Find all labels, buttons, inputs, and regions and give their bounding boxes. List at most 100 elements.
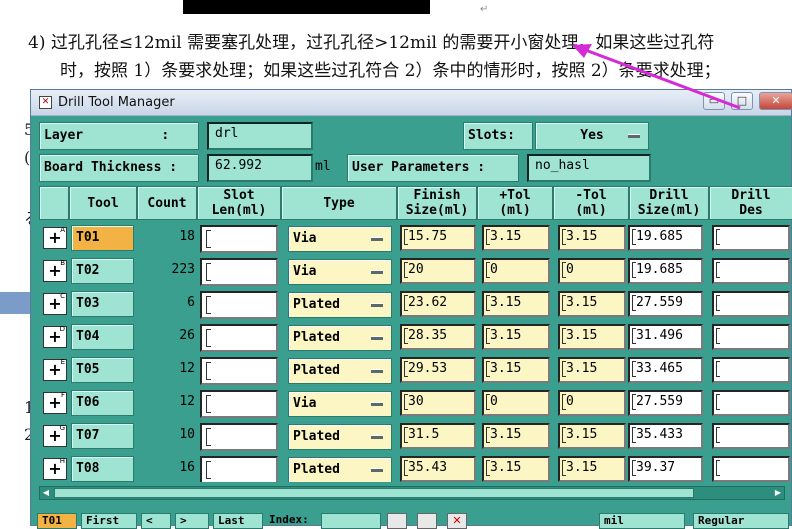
scroll-left-icon[interactable]: ◀: [41, 488, 51, 498]
drill-des-field[interactable]: [712, 357, 790, 383]
type-dropdown[interactable]: Plated: [288, 292, 392, 318]
expand-icon[interactable]: + B: [43, 259, 67, 282]
open-icon[interactable]: [417, 513, 437, 529]
finish-size-field[interactable]: 28.35: [400, 324, 476, 350]
slot-len-field[interactable]: [200, 225, 278, 253]
minus-tol-field[interactable]: 3.15: [558, 456, 626, 482]
first-button[interactable]: First: [81, 513, 137, 529]
drill-des-field[interactable]: [712, 291, 790, 317]
type-dropdown[interactable]: Via: [288, 259, 392, 285]
type-dropdown[interactable]: Plated: [288, 358, 392, 384]
drill-size-field[interactable]: 39.37: [628, 456, 703, 482]
drill-size-field[interactable]: 27.559: [628, 291, 703, 317]
expand-icon[interactable]: + A: [43, 226, 67, 249]
window-titlebar[interactable]: ✕ Drill Tool Manager ▭ □ ✕: [31, 90, 792, 116]
plus-tol-field[interactable]: 3.15: [482, 291, 550, 317]
drill-des-field[interactable]: [712, 456, 790, 482]
finish-size-field[interactable]: 23.62: [400, 291, 476, 317]
minus-tol-field[interactable]: 3.15: [558, 357, 626, 383]
last-button[interactable]: Last: [213, 513, 263, 529]
index-field[interactable]: [321, 513, 381, 529]
app-icon: ✕: [39, 96, 52, 109]
minus-tol-field[interactable]: 3.15: [558, 423, 626, 449]
plus-tol-field[interactable]: 3.15: [482, 456, 550, 482]
drill-size-field[interactable]: 19.685: [628, 225, 703, 251]
mode-dropdown[interactable]: Regular: [693, 513, 789, 529]
tool-button[interactable]: T03: [71, 291, 134, 317]
expand-icon[interactable]: + H: [43, 457, 67, 480]
minus-tol-field[interactable]: 3.15: [558, 225, 626, 251]
finish-size-field[interactable]: 20: [400, 258, 476, 284]
finish-size-field[interactable]: 30: [400, 390, 476, 416]
slots-dropdown[interactable]: Yes: [535, 122, 649, 150]
drill-size-field[interactable]: 19.685: [628, 258, 703, 284]
drill-des-field[interactable]: [712, 423, 790, 449]
minus-tol-field[interactable]: 0: [558, 258, 626, 284]
drill-des-field[interactable]: [712, 390, 790, 416]
slot-len-field[interactable]: [200, 291, 278, 319]
tool-button[interactable]: T02: [71, 258, 134, 284]
drill-size-field[interactable]: 35.433: [628, 423, 703, 449]
plus-tol-field[interactable]: 3.15: [482, 423, 550, 449]
slot-len-field[interactable]: [200, 423, 278, 451]
plus-tol-field[interactable]: 0: [482, 258, 550, 284]
tool-button[interactable]: T05: [71, 357, 134, 383]
tool-button[interactable]: T07: [71, 423, 134, 449]
slot-len-field[interactable]: [200, 258, 278, 286]
units-dropdown[interactable]: mil: [599, 513, 685, 529]
type-dropdown[interactable]: Via: [288, 391, 392, 417]
layer-field[interactable]: drl: [207, 122, 313, 150]
finish-size-field[interactable]: 15.75: [400, 225, 476, 251]
horizontal-scrollbar[interactable]: ◀ ▶: [39, 486, 785, 500]
expand-icon[interactable]: + C: [43, 292, 67, 315]
drill-size-field[interactable]: 31.496: [628, 324, 703, 350]
slot-len-field[interactable]: [200, 456, 278, 482]
scrollbar-thumb[interactable]: [54, 488, 694, 498]
minus-tol-field[interactable]: 0: [558, 390, 626, 416]
count-value: 6: [187, 295, 195, 310]
type-dropdown[interactable]: Plated: [288, 325, 392, 351]
minus-tol-field[interactable]: 3.15: [558, 324, 626, 350]
close-button[interactable]: ✕: [759, 92, 792, 110]
plus-tol-field[interactable]: 3.15: [482, 324, 550, 350]
tool-button[interactable]: T04: [71, 324, 134, 350]
plus-tol-field[interactable]: 0: [482, 390, 550, 416]
expand-icon[interactable]: + F: [43, 391, 67, 414]
finish-size-field[interactable]: 29.53: [400, 357, 476, 383]
user-parameters-field[interactable]: no_hasl: [527, 154, 651, 182]
scroll-right-icon[interactable]: ▶: [773, 488, 783, 498]
minimize-button[interactable]: ▭: [703, 92, 725, 110]
finish-size-field[interactable]: 31.5: [400, 423, 476, 449]
delete-icon[interactable]: ✕: [447, 513, 467, 529]
prev-button[interactable]: <: [141, 513, 171, 529]
count-value: 223: [171, 262, 195, 277]
dropdown-indicator-icon: [371, 336, 383, 340]
save-icon[interactable]: [387, 513, 407, 529]
plus-tol-field[interactable]: 3.15: [482, 357, 550, 383]
user-parameters-button[interactable]: User Parameters :: [347, 154, 519, 182]
tool-button[interactable]: T01: [71, 225, 134, 251]
next-button[interactable]: >: [175, 513, 209, 529]
drill-des-field[interactable]: [712, 324, 790, 350]
tool-button[interactable]: T06: [71, 390, 134, 416]
header-expand: [39, 186, 69, 220]
drill-size-field[interactable]: 27.559: [628, 390, 703, 416]
board-thickness-field[interactable]: 62.992: [207, 154, 313, 182]
slot-len-field[interactable]: [200, 390, 278, 418]
drill-des-field[interactable]: [712, 258, 790, 284]
expand-icon[interactable]: + D: [43, 325, 67, 348]
type-dropdown[interactable]: Plated: [288, 424, 392, 450]
plus-tol-field[interactable]: 3.15: [482, 225, 550, 251]
type-dropdown[interactable]: Via: [288, 226, 392, 252]
drill-des-field[interactable]: [712, 225, 790, 251]
minus-tol-field[interactable]: 3.15: [558, 291, 626, 317]
expand-icon[interactable]: + G: [43, 424, 67, 447]
expand-icon[interactable]: + E: [43, 358, 67, 381]
slot-len-field[interactable]: [200, 324, 278, 352]
slot-len-field[interactable]: [200, 357, 278, 385]
finish-size-field[interactable]: 35.43: [400, 456, 476, 482]
tool-button[interactable]: T08: [71, 456, 134, 482]
type-dropdown[interactable]: Plated: [288, 457, 392, 482]
maximize-button[interactable]: □: [731, 92, 753, 110]
drill-size-field[interactable]: 33.465: [628, 357, 703, 383]
